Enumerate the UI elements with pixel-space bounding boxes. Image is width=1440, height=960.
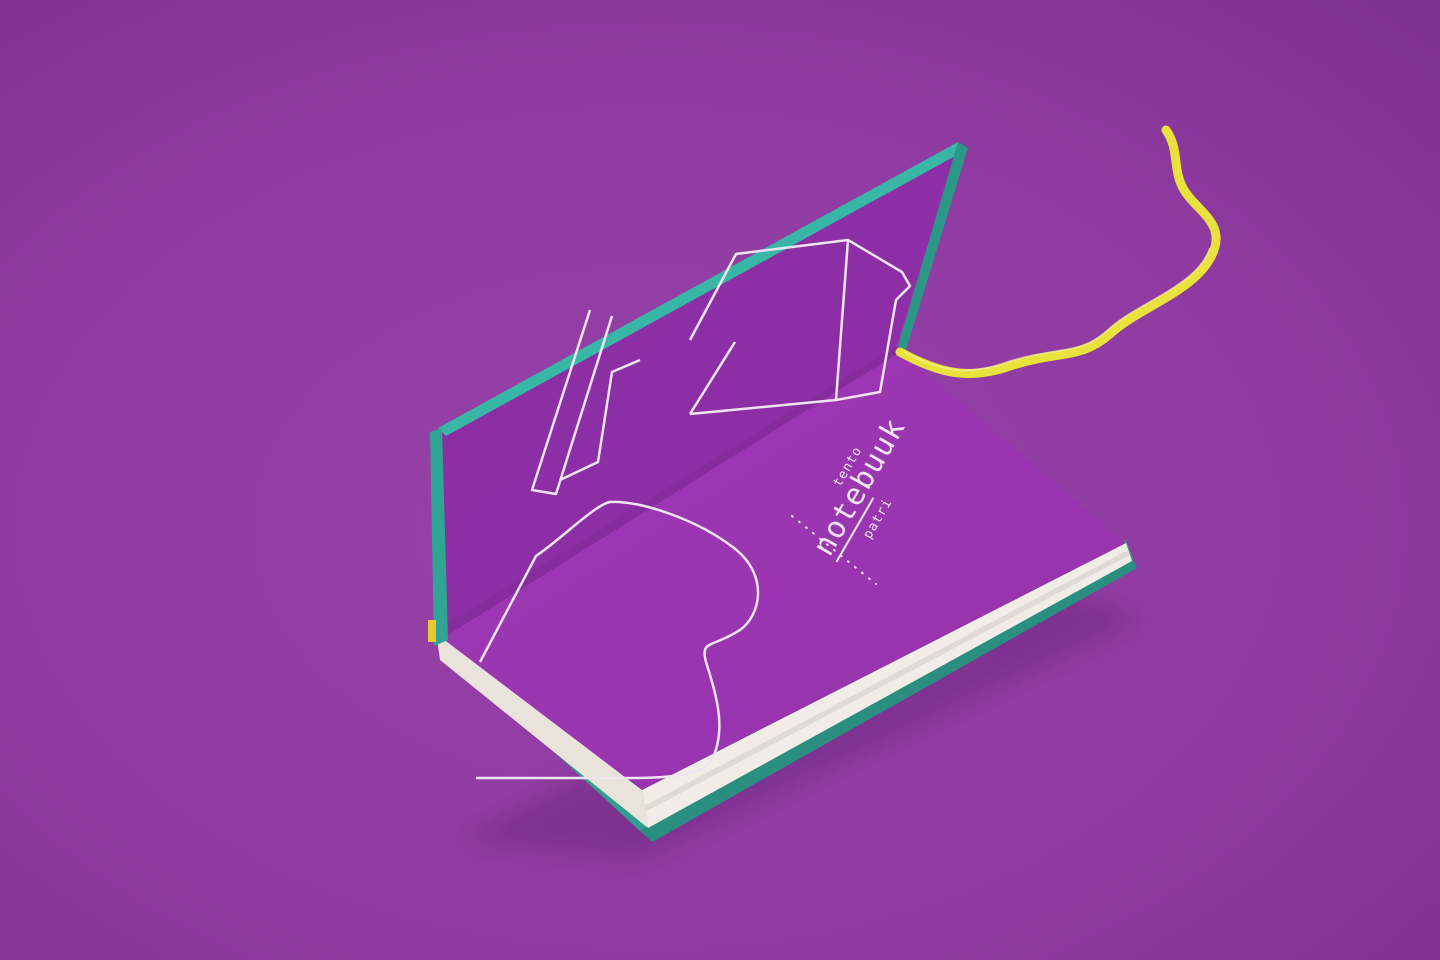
headband [428, 620, 436, 642]
notebook-illustration: tento notebuuk patri [0, 0, 1440, 960]
product-photo: tento notebuuk patri [0, 0, 1440, 960]
